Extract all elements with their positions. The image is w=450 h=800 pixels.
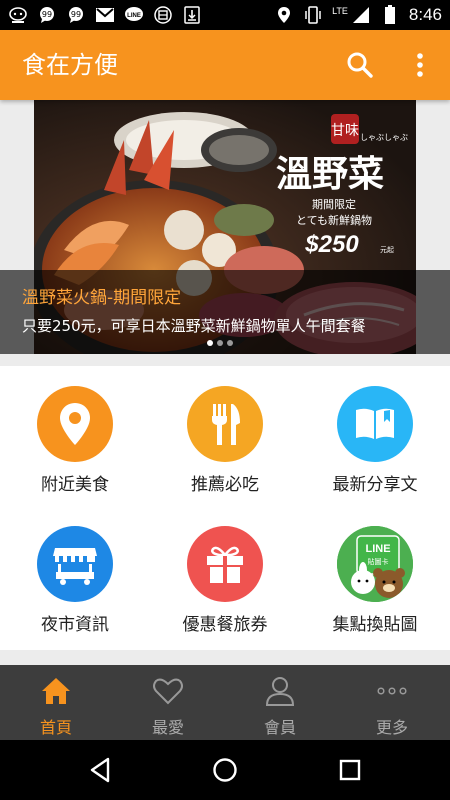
- more-vert-icon[interactable]: [408, 50, 432, 80]
- carousel-dot[interactable]: [227, 340, 233, 346]
- banner-title: 溫野菜火鍋-期間限定: [22, 288, 182, 308]
- heart-icon: [152, 675, 184, 707]
- grid-label: 集點換貼圖: [332, 615, 418, 635]
- grid-item-line-stickers[interactable]: LINE 貼圖卡 集點換貼圖: [300, 506, 450, 636]
- location-icon: [274, 6, 294, 24]
- system-nav-bar: [0, 740, 450, 800]
- grid-item-recommended[interactable]: 推薦必吃: [150, 366, 300, 496]
- carousel-dot-active[interactable]: [207, 340, 213, 346]
- app-title: 食在方便: [22, 51, 118, 79]
- brand-reading-text: しゃぶしゃぶ: [360, 133, 408, 142]
- nav-label: 更多: [375, 718, 408, 737]
- download-icon: [182, 6, 202, 24]
- line-icon: LINE: [124, 6, 144, 24]
- gift-icon: [187, 526, 263, 602]
- person-icon: [264, 675, 296, 707]
- food-app-icon: [153, 6, 173, 24]
- svg-text:99: 99: [42, 10, 52, 19]
- grid-label: 夜市資訊: [41, 615, 109, 635]
- app-screen: 99 99 LINE LTE 8:46 食在方便 甘味 溫野菜 しゃぶしゃぶ 期…: [0, 0, 450, 800]
- battery-icon: [380, 5, 400, 24]
- network-type: LTE: [332, 6, 348, 16]
- app-bar: 食在方便: [0, 30, 450, 100]
- grid-item-nearby-food[interactable]: 附近美食: [0, 366, 150, 496]
- carousel-indicator: [207, 340, 233, 346]
- tagline-1: 期間限定: [312, 197, 356, 211]
- nav-label: 最愛: [151, 718, 184, 737]
- grid-label: 最新分享文: [332, 475, 418, 495]
- nav-label: 首頁: [39, 718, 72, 737]
- recents-icon[interactable]: [335, 755, 365, 785]
- line-sticker-icon: LINE 貼圖卡: [337, 526, 413, 602]
- svg-text:99: 99: [71, 10, 81, 19]
- home-circle-icon[interactable]: [210, 755, 240, 785]
- nav-label: 會員: [263, 718, 296, 737]
- tagline-2: とても新鮮鍋物: [296, 213, 372, 227]
- chat-bubble-icon: 99: [66, 6, 86, 24]
- grid-label: 附近美食: [41, 475, 109, 495]
- line-badge-brand: LINE: [365, 543, 390, 555]
- nav-item-home[interactable]: 首頁: [0, 665, 112, 740]
- seal-text: 甘味: [331, 123, 359, 139]
- grid-label: 優惠餐旅券: [182, 615, 268, 635]
- line-badge-caption: 貼圖卡: [368, 557, 389, 566]
- carousel-dot[interactable]: [217, 340, 223, 346]
- clock: 8:46: [408, 5, 442, 24]
- search-icon[interactable]: [345, 50, 375, 80]
- chat-bubble-icon: 99: [37, 6, 57, 24]
- grid-item-vouchers[interactable]: 優惠餐旅券: [150, 506, 300, 636]
- gmail-icon: [95, 6, 115, 24]
- more-horiz-icon: [376, 675, 408, 707]
- fork-knife-icon: [187, 386, 263, 462]
- nav-item-more[interactable]: 更多: [336, 665, 448, 740]
- feature-grid: 附近美食 推薦必吃 最新分享文 夜市資訊 優惠餐旅券 LINE 貼圖卡 集點換貼…: [0, 366, 450, 650]
- bottom-nav: 首頁 最愛 會員 更多: [0, 665, 450, 740]
- home-icon: [40, 675, 72, 707]
- echo-app-icon: [8, 6, 28, 24]
- market-stall-icon: [37, 526, 113, 602]
- price-suffix-text: 元起: [380, 246, 394, 254]
- status-bar: 99 99 LINE LTE 8:46: [0, 0, 450, 30]
- back-icon[interactable]: [86, 755, 116, 785]
- price-text: $250: [304, 231, 359, 258]
- signal-icon: [351, 6, 371, 24]
- nav-item-favorites[interactable]: 最愛: [112, 665, 224, 740]
- brand-text: 溫野菜: [276, 153, 384, 195]
- nav-item-member[interactable]: 會員: [224, 665, 336, 740]
- grid-label: 推薦必吃: [191, 475, 259, 495]
- book-icon: [337, 386, 413, 462]
- grid-item-night-market[interactable]: 夜市資訊: [0, 506, 150, 636]
- vibrate-icon: [303, 6, 323, 24]
- banner-subtitle: 只要250元，可享日本溫野菜新鮮鍋物單人午間套餐: [22, 317, 366, 335]
- grid-item-latest-posts[interactable]: 最新分享文: [300, 366, 450, 496]
- svg-text:LINE: LINE: [127, 13, 141, 19]
- location-pin-icon: [37, 386, 113, 462]
